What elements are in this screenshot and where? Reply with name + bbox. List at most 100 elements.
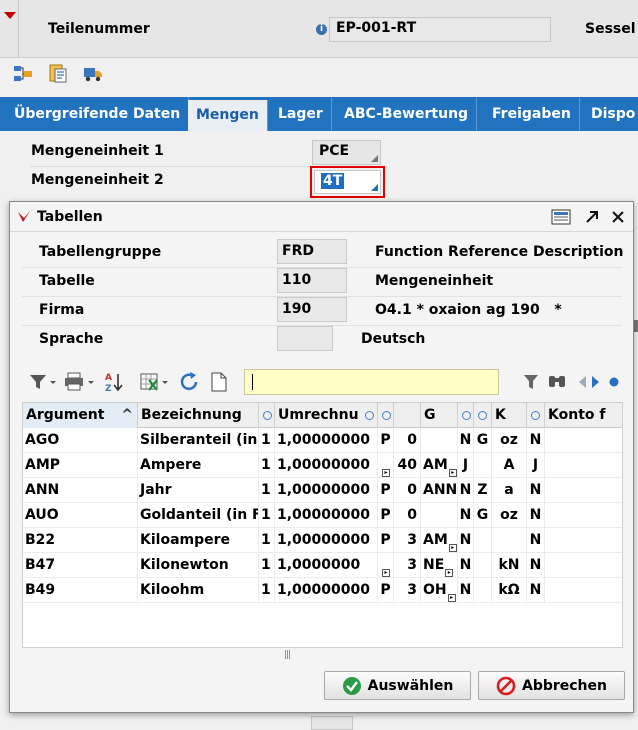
cell-flag: N — [458, 478, 474, 503]
delivery-truck-icon[interactable] — [82, 63, 104, 85]
unit2-field[interactable]: 4T — [314, 170, 381, 194]
expand-box-icon[interactable]: ▸ — [445, 569, 454, 577]
results-grid: Argument ^ Bezeichnung Umrechnu G K Kont… — [22, 402, 623, 648]
expand-box-icon[interactable]: ▸ — [382, 569, 390, 577]
filter-icon[interactable] — [522, 371, 540, 393]
part-number-field[interactable]: EP-001-RT — [329, 17, 551, 42]
cell-n: 1 — [259, 453, 275, 478]
excel-export-icon[interactable] — [140, 371, 172, 393]
cell-bezeichnung: Jahr — [138, 478, 259, 503]
cell-bezeichnung: Kiloohm — [138, 578, 259, 603]
scroll-grip-icon[interactable]: ||| — [284, 650, 291, 660]
column-header-indicator[interactable] — [378, 403, 394, 428]
column-header-indicator[interactable] — [527, 403, 545, 428]
table-field[interactable]: 110 — [277, 268, 347, 293]
grid-search-input[interactable] — [244, 369, 499, 395]
close-icon[interactable] — [610, 209, 626, 225]
column-header-indicator[interactable] — [474, 403, 492, 428]
part-number-label: Teilenummer — [48, 21, 150, 37]
expand-box-icon[interactable]: ▸ — [448, 544, 457, 552]
cell-k — [492, 528, 527, 553]
cell-flag: G — [474, 428, 492, 453]
tab-abc-bewertung[interactable]: ABC-Bewertung — [336, 97, 478, 131]
table-row[interactable]: B22 Kiloampere 1 1,00000000 P 3 AM ▸ N N — [23, 528, 622, 553]
table-row[interactable]: ANN Jahr 1 1,00000000 P 0 ANN N Z a N — [23, 478, 622, 503]
new-document-icon[interactable] — [210, 371, 228, 393]
table-row[interactable]: B47 Kilonewton 1 1,0000000 ▸ 3 NE ▸ N kN … — [23, 553, 622, 578]
column-header-k[interactable]: K — [492, 403, 527, 428]
cell-flag: N — [458, 428, 474, 453]
column-circle-icon — [382, 410, 391, 420]
cell-n: 1 — [259, 428, 275, 453]
tab-uebergreifende-daten[interactable]: Übergreifende Daten — [6, 97, 190, 131]
company-field[interactable]: 190 — [277, 297, 347, 322]
checkmark-icon — [342, 676, 361, 695]
cancel-button[interactable]: Abbrechen — [478, 671, 625, 700]
tab-lager[interactable]: Lager — [270, 97, 332, 131]
previous-arrow-icon[interactable] — [576, 371, 588, 393]
table-label: Tabelle — [39, 273, 95, 289]
unit1-field[interactable]: PCE — [312, 140, 381, 165]
column-header-blank[interactable] — [394, 403, 421, 428]
cell-flag — [474, 578, 492, 603]
expand-box-icon[interactable]: ▸ — [447, 594, 456, 602]
column-header-g[interactable]: G — [421, 403, 458, 428]
cell-p: P — [378, 578, 394, 603]
cell-p: P — [378, 428, 394, 453]
table-row[interactable]: AMP Ampere 1 1,00000000 ▸ 40 AM ▸ J A J — [23, 453, 622, 478]
maximize-arrow-icon[interactable] — [584, 209, 600, 225]
cell-flag: N — [527, 578, 545, 603]
cell-argument: AGO — [23, 428, 138, 453]
select-button-label: Auswählen — [367, 677, 454, 694]
dialog-title: Tabellen — [37, 209, 103, 225]
column-header-konto[interactable]: Konto f — [545, 403, 622, 428]
tab-dispo[interactable]: Dispo — [583, 97, 638, 131]
cell-p: ▸ — [378, 453, 394, 478]
column-circle-icon — [365, 410, 375, 420]
cell-umrechnung: 1,00000000 — [275, 578, 378, 603]
cell-n: 1 — [259, 578, 275, 603]
filter-dropdown-icon[interactable] — [28, 371, 58, 393]
select-button[interactable]: Auswählen — [324, 671, 471, 700]
record-dot-icon[interactable] — [607, 371, 621, 393]
document-list-icon[interactable] — [47, 63, 69, 85]
table-description: Mengeneinheit — [375, 273, 494, 289]
cell-g: AM ▸ — [421, 528, 458, 553]
next-arrow-icon[interactable] — [590, 371, 602, 393]
app-logo-icon — [18, 211, 30, 222]
unit1-value: PCE — [319, 143, 350, 159]
expand-box-icon[interactable]: ▸ — [448, 469, 457, 477]
cell-flag: N — [527, 503, 545, 528]
print-dropdown-icon[interactable] — [64, 371, 98, 393]
horizontal-scrollbar[interactable]: ||| — [22, 648, 623, 660]
cell-number: 40 — [394, 453, 421, 478]
column-header-bezeichnung[interactable]: Bezeichnung — [138, 403, 259, 428]
cell-argument: AMP — [23, 453, 138, 478]
cell-number: 0 — [394, 478, 421, 503]
collapse-triangle-icon[interactable] — [4, 12, 16, 19]
table-group-label: Tabellengruppe — [39, 244, 162, 260]
table-row[interactable]: B49 Kiloohm 1 1,00000000 P 3 OH ▸ N kΩ N — [23, 578, 622, 603]
cell-flag: N — [458, 503, 474, 528]
window-layout-icon[interactable] — [551, 209, 571, 225]
cell-bezeichnung: Kiloampere — [138, 528, 259, 553]
table-row[interactable]: AGO Silberanteil (in 1 1,00000000 P 0 N … — [23, 428, 622, 453]
sort-az-icon[interactable]: A Z — [104, 371, 136, 393]
tab-freigaben[interactable]: Freigaben — [484, 97, 580, 131]
binoculars-icon[interactable] — [547, 371, 567, 393]
cell-n: 1 — [259, 553, 275, 578]
tree-structure-icon[interactable] — [12, 63, 34, 85]
cell-bezeichnung: Ampere — [138, 453, 259, 478]
language-field[interactable] — [277, 326, 333, 351]
table-group-field[interactable]: FRD — [277, 239, 347, 264]
column-header-argument[interactable]: Argument ^ — [23, 403, 138, 428]
column-header-umrechnung[interactable]: Umrechnu — [275, 403, 378, 428]
column-header-indicator[interactable] — [259, 403, 275, 428]
expand-box-icon[interactable]: ▸ — [382, 469, 390, 477]
tab-mengen[interactable]: Mengen — [188, 100, 268, 131]
table-row[interactable]: AUO Goldanteil (in F 1 1,00000000 P 0 N … — [23, 503, 622, 528]
info-icon[interactable]: i — [316, 24, 327, 35]
refresh-icon[interactable] — [178, 371, 202, 393]
column-header-indicator[interactable] — [458, 403, 474, 428]
cell-flag: N — [458, 553, 474, 578]
